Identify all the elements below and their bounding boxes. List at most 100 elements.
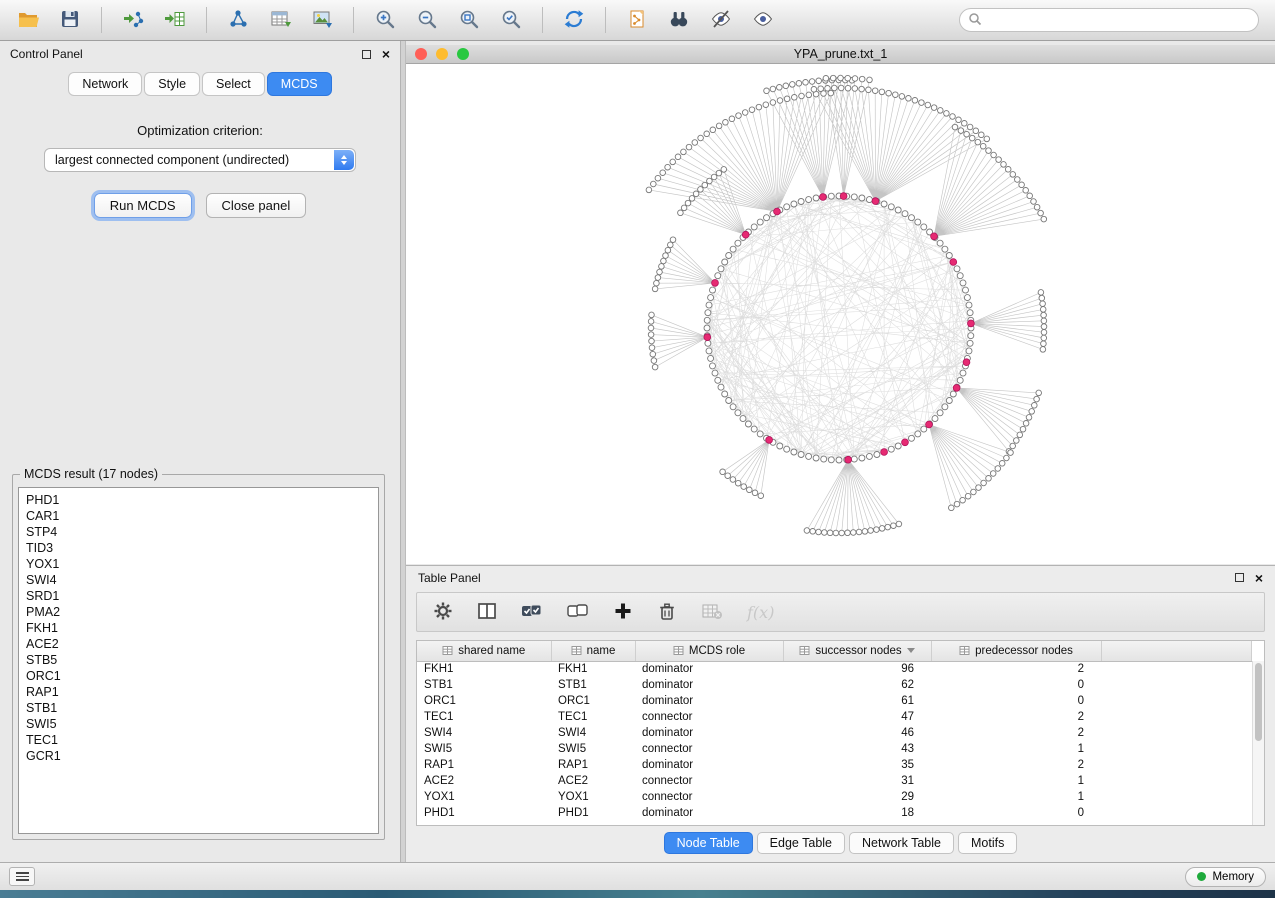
apply-layout-button[interactable] [556, 4, 592, 36]
zoom-fit-icon [458, 8, 480, 33]
mcds-result-item[interactable]: SWI5 [26, 716, 378, 732]
save-icon [59, 8, 81, 33]
network-view[interactable] [406, 64, 1275, 564]
status-menu-button[interactable] [9, 867, 35, 886]
column-header-mcds-role[interactable]: MCDS role [635, 641, 783, 661]
table-header-row: shared name name MCDS role successor nod… [417, 641, 1252, 661]
zoom-in-button[interactable] [367, 4, 403, 36]
column-header-name[interactable]: name [551, 641, 635, 661]
find-button[interactable] [661, 4, 697, 36]
mcds-result-item[interactable]: SRD1 [26, 588, 378, 604]
hide-graphics-details-button[interactable] [703, 4, 739, 36]
refresh-icon [563, 8, 585, 33]
zoom-out-icon [416, 8, 438, 33]
tab-motifs[interactable]: Motifs [958, 832, 1017, 854]
table-panel-tabs: Node Table Edge Table Network Table Moti… [406, 832, 1275, 854]
mcds-result-item[interactable]: GCR1 [26, 748, 378, 764]
select-all-button[interactable] [521, 601, 543, 624]
deselect-all-button[interactable] [567, 601, 589, 624]
column-header-predecessor-nodes[interactable]: predecessor nodes [931, 641, 1101, 661]
function-icon: f(x) [747, 603, 774, 622]
search-box [959, 8, 1259, 32]
table-row[interactable]: ORC1ORC1dominator610 [417, 693, 1252, 709]
mcds-result-item[interactable]: STB5 [26, 652, 378, 668]
table-row[interactable]: YOX1YOX1connector291 [417, 789, 1252, 805]
table-row[interactable]: SWI4SWI4dominator462 [417, 725, 1252, 741]
zoom-selected-button[interactable] [493, 4, 529, 36]
copy-style-button[interactable] [619, 4, 655, 36]
create-column-button[interactable] [613, 601, 633, 624]
column-menu-icon [959, 645, 970, 656]
tab-network-table[interactable]: Network Table [849, 832, 954, 854]
scrollbar-thumb[interactable] [1255, 663, 1262, 741]
memory-button[interactable]: Memory [1185, 867, 1266, 887]
show-graphics-details-button[interactable] [745, 4, 781, 36]
mcds-result-item[interactable]: PMA2 [26, 604, 378, 620]
new-table-button[interactable] [262, 4, 298, 36]
search-input[interactable] [987, 13, 1250, 27]
image-icon [311, 8, 333, 33]
copy-style-icon [626, 8, 648, 33]
open-session-button[interactable] [10, 4, 46, 36]
table-row[interactable]: ACE2ACE2connector311 [417, 773, 1252, 789]
mcds-result-item[interactable]: STP4 [26, 524, 378, 540]
mcds-result-item[interactable]: YOX1 [26, 556, 378, 572]
table-panel: Table Panel × [406, 565, 1275, 862]
mcds-result-item[interactable]: FKH1 [26, 620, 378, 636]
optimization-criterion-select[interactable]: largest connected component (undirected) [44, 148, 356, 172]
close-table-panel-icon[interactable]: × [1255, 573, 1263, 583]
table-settings-button[interactable] [433, 601, 453, 624]
save-session-button[interactable] [52, 4, 88, 36]
show-columns-button[interactable] [477, 601, 497, 624]
zoom-selected-icon [500, 8, 522, 33]
export-image-button[interactable] [304, 4, 340, 36]
mcds-result-item[interactable]: RAP1 [26, 684, 378, 700]
mcds-result-item[interactable]: ACE2 [26, 636, 378, 652]
run-mcds-button[interactable]: Run MCDS [94, 193, 192, 218]
mcds-result-list[interactable]: PHD1CAR1STP4TID3YOX1SWI4SRD1PMA2FKH1ACE2… [18, 487, 379, 834]
binoculars-icon [668, 8, 690, 33]
mcds-result-item[interactable]: CAR1 [26, 508, 378, 524]
import-table-button[interactable] [157, 4, 193, 36]
mcds-result-item[interactable]: TID3 [26, 540, 378, 556]
import-network-button[interactable] [115, 4, 151, 36]
tab-edge-table[interactable]: Edge Table [757, 832, 845, 854]
mcds-result-item[interactable]: SWI4 [26, 572, 378, 588]
table-row[interactable]: STB1STB1dominator620 [417, 677, 1252, 693]
mcds-result-item[interactable]: STB1 [26, 700, 378, 716]
table-row[interactable]: FKH1FKH1dominator962 [417, 661, 1252, 677]
tab-select[interactable]: Select [202, 72, 265, 96]
main-toolbar [0, 0, 1275, 41]
zoom-fit-button[interactable] [451, 4, 487, 36]
tab-network[interactable]: Network [68, 72, 142, 96]
close-panel-icon[interactable]: × [382, 49, 390, 59]
toolbar-separator [542, 7, 543, 33]
column-menu-icon [673, 645, 684, 656]
table-row[interactable]: RAP1RAP1dominator352 [417, 757, 1252, 773]
table-scrollbar[interactable] [1252, 661, 1264, 825]
control-panel: Control Panel × Network Style Select MCD… [0, 41, 401, 862]
column-menu-icon [571, 645, 582, 656]
network-canvas[interactable] [406, 64, 1275, 564]
new-network-button[interactable] [220, 4, 256, 36]
tab-style[interactable]: Style [144, 72, 200, 96]
float-table-panel-icon[interactable] [1235, 573, 1244, 582]
network-window-titlebar[interactable]: YPA_prune.txt_1 [406, 45, 1275, 64]
table-row[interactable]: TEC1TEC1connector472 [417, 709, 1252, 725]
close-panel-button[interactable]: Close panel [206, 193, 307, 218]
tab-node-table[interactable]: Node Table [664, 832, 753, 854]
float-panel-icon[interactable] [362, 50, 371, 59]
import-table-icon [164, 8, 186, 33]
delete-column-button[interactable] [657, 601, 677, 624]
trash-icon [657, 601, 677, 624]
mcds-result-item[interactable]: PHD1 [26, 492, 378, 508]
column-header-successor-nodes[interactable]: successor nodes [783, 641, 931, 661]
mcds-result-item[interactable]: TEC1 [26, 732, 378, 748]
tab-mcds[interactable]: MCDS [267, 72, 332, 96]
mcds-result-item[interactable]: ORC1 [26, 668, 378, 684]
column-header-shared-name[interactable]: shared name [417, 641, 551, 661]
zoom-out-button[interactable] [409, 4, 445, 36]
table-row[interactable]: SWI5SWI5connector431 [417, 741, 1252, 757]
toolbar-separator [353, 7, 354, 33]
table-row[interactable]: PHD1PHD1dominator180 [417, 805, 1252, 821]
